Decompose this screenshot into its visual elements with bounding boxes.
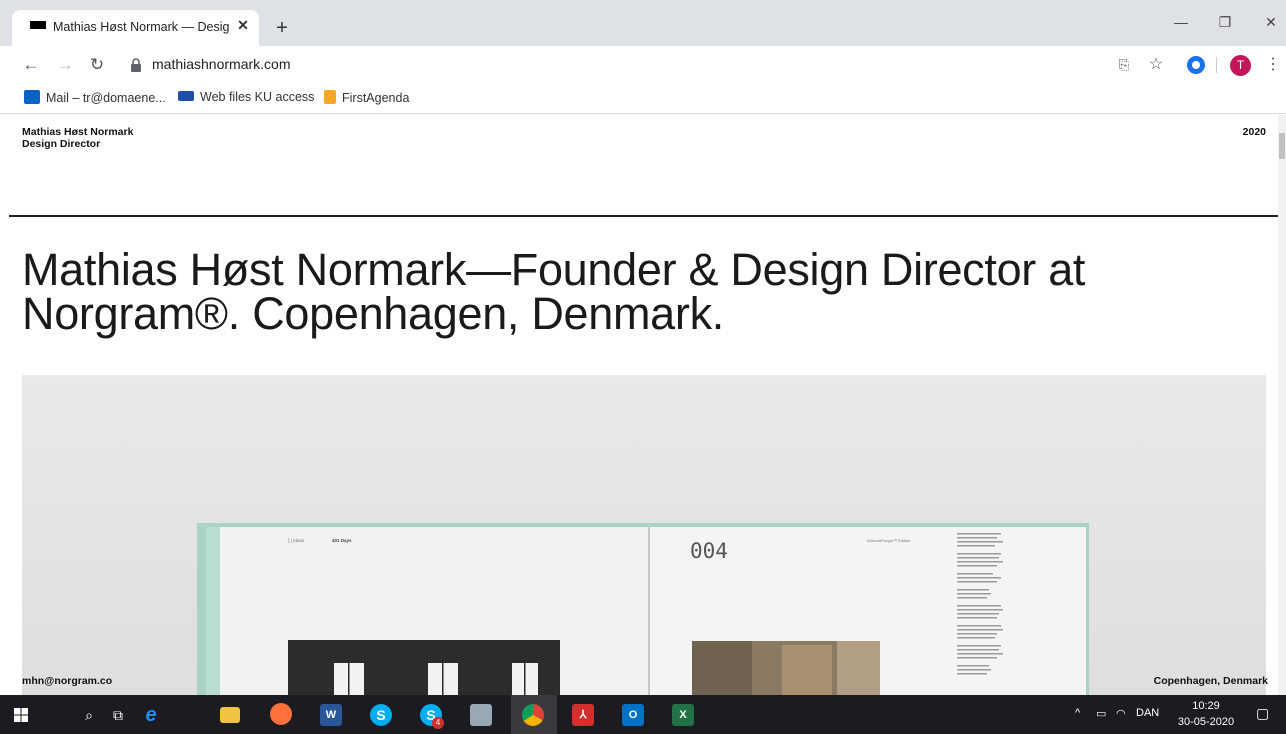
reload-icon[interactable]: ↻	[86, 54, 108, 76]
window-close-icon[interactable]: ✕	[1256, 14, 1286, 34]
word-icon[interactable]: W	[320, 704, 342, 726]
webfiles-icon	[178, 91, 194, 101]
bookmark-label: FirstAgenda	[342, 91, 410, 105]
web-page: Mathias Høst Normark Design Director 202…	[0, 115, 1278, 695]
bookmark-label: Mail – tr@domaene...	[46, 91, 166, 105]
translate-icon[interactable]: ⎘	[1114, 55, 1134, 75]
tab-close-icon[interactable]: ✕	[234, 16, 252, 34]
book-photo-illustration: [ ] Ideas 401 Days 004 #AlmostForgot™ Ed…	[22, 375, 1266, 695]
headline-line2: Norgram®. Copenhagen, Denmark.	[22, 288, 724, 339]
site-favicon-icon	[30, 21, 46, 29]
clock-date: 30-05-2020	[1177, 716, 1235, 728]
back-icon[interactable]: ←	[20, 54, 42, 76]
tray-chevron-icon[interactable]: ^	[1075, 707, 1080, 719]
outlook-icon	[24, 90, 40, 104]
firefox-icon[interactable]	[270, 703, 292, 725]
clock-time: 10:29	[1192, 700, 1220, 712]
firstagenda-icon	[324, 90, 336, 104]
forward-icon[interactable]: →	[54, 54, 76, 76]
windows-taskbar: ⌕ ⧉ e W S S 4 ⅄ O X ^ ▭ ◠ DAN 10:29 30-0…	[0, 695, 1286, 734]
toolbar-separator	[1216, 57, 1217, 73]
address-bar[interactable]: mathiashnormark.com	[152, 56, 291, 72]
page-headline: Mathias Høst Normark—Founder & Design Di…	[22, 247, 1222, 339]
menu-kebab-icon[interactable]: ⋮	[1263, 55, 1283, 75]
book-left-label: [ ] Ideas	[288, 538, 305, 543]
new-tab-button[interactable]: +	[272, 18, 292, 38]
language-indicator[interactable]: DAN	[1136, 707, 1159, 719]
site-header-name[interactable]: Mathias Høst Normark Design Director	[22, 126, 133, 150]
bookmark-firstagenda[interactable]: FirstAgenda	[324, 90, 409, 108]
notifications-icon[interactable]: ▢	[1256, 705, 1269, 722]
browser-toolbar: ← → ↻ mathiashnormark.com ⎘ ☆ T ⋮	[0, 46, 1286, 84]
browser-tab[interactable]: Mathias Høst Normark — Design D ✕	[12, 10, 259, 46]
skype-icon[interactable]: S	[370, 704, 392, 726]
book-right-label: #AlmostForgot™ Edition	[867, 538, 910, 543]
outlook-icon[interactable]: O	[622, 704, 644, 726]
wifi-icon[interactable]: ◠	[1116, 707, 1126, 720]
page-scrollbar[interactable]	[1278, 115, 1286, 695]
bookmark-label: Web files KU access	[200, 90, 315, 104]
lock-icon	[131, 58, 141, 72]
acrobat-icon[interactable]: ⅄	[572, 704, 594, 726]
footer-location: Copenhagen, Denmark	[1153, 675, 1268, 687]
book-page-number: 004	[690, 539, 728, 563]
header-divider	[9, 215, 1278, 217]
windows-start-icon[interactable]	[14, 708, 28, 722]
file-explorer-icon[interactable]	[220, 707, 240, 723]
site-name-line2: Design Director	[22, 138, 101, 150]
skype-notification-badge: 4	[432, 717, 444, 729]
restore-icon[interactable]: ❐	[1210, 14, 1240, 34]
book-left-title: 401 Days	[332, 538, 352, 543]
bookmarks-bar: Mail – tr@domaene... Web files KU access…	[0, 84, 1286, 114]
extension-icon[interactable]	[1187, 56, 1205, 74]
scrollbar-thumb[interactable]	[1279, 133, 1285, 159]
system-clock[interactable]: 10:29 30-05-2020	[1170, 698, 1242, 730]
app-icon[interactable]	[470, 704, 492, 726]
chrome-icon[interactable]	[522, 704, 544, 726]
hero-image: [ ] Ideas 401 Days 004 #AlmostForgot™ Ed…	[22, 375, 1266, 695]
site-year: 2020	[1242, 126, 1266, 138]
battery-icon[interactable]: ▭	[1096, 707, 1106, 720]
browser-tab-strip: Mathias Høst Normark — Design D ✕ + — ❐ …	[0, 0, 1286, 46]
tab-title: Mathias Høst Normark — Design D	[53, 20, 229, 34]
bookmark-mail[interactable]: Mail – tr@domaene...	[24, 90, 166, 108]
bookmark-star-icon[interactable]: ☆	[1146, 55, 1166, 75]
internet-explorer-icon[interactable]: e	[140, 704, 162, 726]
minimize-icon[interactable]: —	[1166, 14, 1196, 34]
task-view-icon[interactable]: ⧉	[107, 704, 129, 726]
site-name-line1: Mathias Høst Normark	[22, 126, 134, 138]
bookmark-webfiles[interactable]: Web files KU access	[178, 90, 314, 108]
profile-avatar[interactable]: T	[1230, 55, 1251, 76]
footer-email-link[interactable]: mhn@norgram.co	[22, 675, 112, 687]
excel-icon[interactable]: X	[672, 704, 694, 726]
search-icon[interactable]: ⌕	[78, 704, 100, 726]
